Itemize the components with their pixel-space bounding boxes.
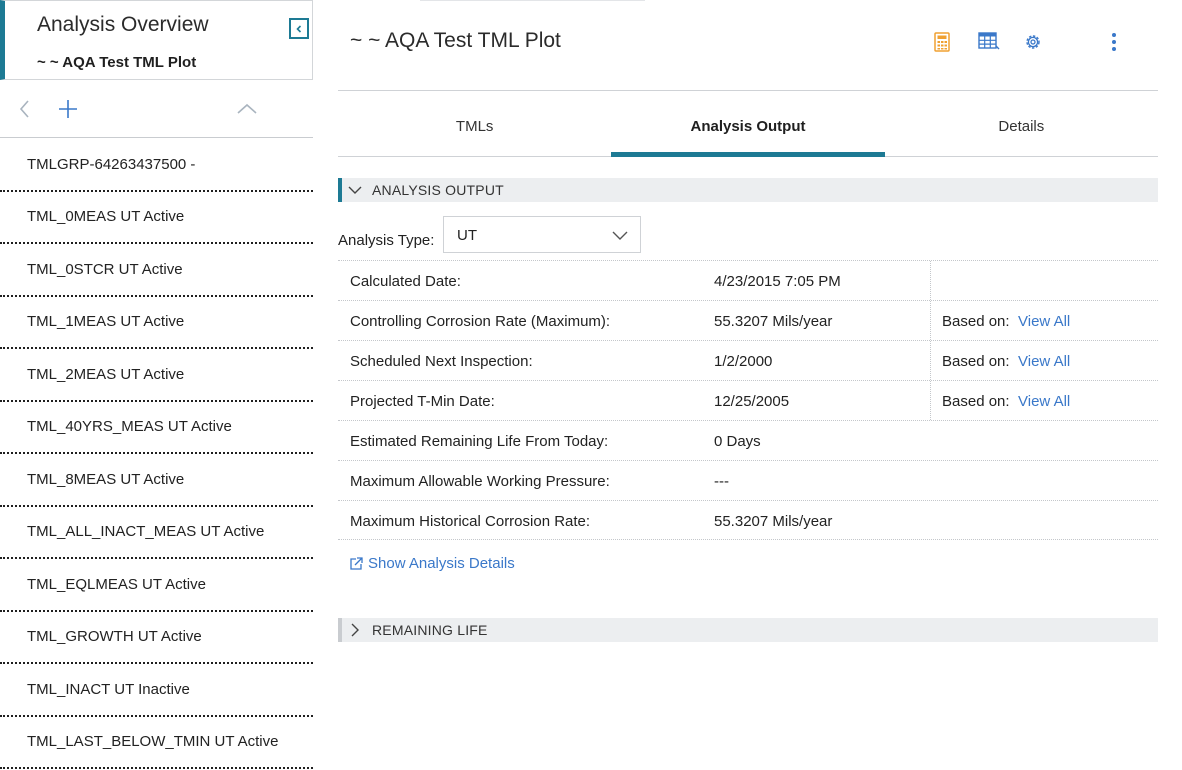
sidebar: Analysis Overview ~ ~ AQA Test TML Plot …: [0, 0, 313, 770]
section-label: ANALYSIS OUTPUT: [372, 182, 504, 198]
sidebar-subtitle: ~ ~ AQA Test TML Plot: [37, 54, 197, 71]
based-on-label: Based on:: [942, 353, 1010, 370]
row-label: Maximum Allowable Working Pressure:: [350, 473, 610, 490]
list-item[interactable]: TML_ALL_INACT_MEAS UT Active: [0, 507, 313, 559]
list-item[interactable]: TML_INACT UT Inactive: [0, 664, 313, 717]
plus-icon[interactable]: [57, 96, 79, 122]
analysis-output-table: Calculated Date: 4/23/2015 7:05 PM Contr…: [338, 260, 1158, 540]
collapse-sidebar-button[interactable]: [289, 18, 309, 39]
row-value: 55.3207 Mils/year: [714, 513, 833, 530]
analysis-type-label: Analysis Type:: [338, 232, 435, 249]
chevron-up-icon[interactable]: [235, 96, 259, 122]
sidebar-header: Analysis Overview ~ ~ AQA Test TML Plot: [0, 0, 313, 80]
row-value: 12/25/2005: [714, 393, 790, 410]
row-label: Controlling Corrosion Rate (Maximum):: [350, 313, 611, 330]
based-on-label: Based on:: [942, 393, 1010, 410]
row-value: 1/2/2000: [714, 353, 773, 370]
column-divider: [930, 261, 931, 300]
row-label: Estimated Remaining Life From Today:: [350, 433, 609, 450]
table-row: Scheduled Next Inspection: 1/2/2000 Base…: [338, 340, 1158, 380]
table-row: Controlling Corrosion Rate (Maximum): 55…: [338, 300, 1158, 340]
tml-list: TMLGRP-64263437500 - TML_0MEAS UT Active…: [0, 139, 313, 769]
collapse-left-icon: [296, 24, 302, 33]
list-item[interactable]: TML_0STCR UT Active: [0, 244, 313, 297]
row-value: 0 Days: [714, 433, 761, 450]
list-item[interactable]: TML_0MEAS UT Active: [0, 192, 313, 244]
table-row: Maximum Allowable Working Pressure: ---: [338, 460, 1158, 500]
list-item[interactable]: TML_LAST_BELOW_TMIN UT Active: [0, 717, 313, 769]
top-divider: [420, 0, 645, 1]
view-all-link[interactable]: View All: [1018, 393, 1070, 410]
column-divider: [930, 341, 931, 380]
external-link-icon: [350, 556, 363, 570]
table-row: Projected T-Min Date: 12/25/2005 Based o…: [338, 380, 1158, 420]
list-item[interactable]: TML_2MEAS UT Active: [0, 349, 313, 402]
list-item[interactable]: TML_EQLMEAS UT Active: [0, 559, 313, 612]
show-analysis-details-link[interactable]: Show Analysis Details: [348, 555, 515, 572]
list-item[interactable]: TML_40YRS_MEAS UT Active: [0, 402, 313, 454]
sidebar-title: Analysis Overview: [37, 13, 209, 36]
gear-icon[interactable]: [1023, 32, 1043, 52]
chevron-right-icon: [348, 623, 362, 637]
table-icon[interactable]: [978, 32, 1000, 52]
analysis-type-value: UT: [457, 227, 477, 244]
row-label: Calculated Date:: [350, 273, 461, 290]
page-title: ~ ~ AQA Test TML Plot: [350, 29, 561, 52]
analysis-output-section-header[interactable]: ANALYSIS OUTPUT: [338, 178, 1158, 202]
list-item[interactable]: TMLGRP-64263437500 -: [0, 139, 313, 192]
list-item[interactable]: TML_GROWTH UT Active: [0, 612, 313, 664]
list-item[interactable]: TML_1MEAS UT Active: [0, 297, 313, 349]
remaining-life-section-header[interactable]: REMAINING LIFE: [338, 618, 1158, 642]
chevron-down-icon: [348, 185, 362, 195]
row-label: Scheduled Next Inspection:: [350, 353, 533, 370]
table-row: Calculated Date: 4/23/2015 7:05 PM: [338, 260, 1158, 300]
based-on-label: Based on:: [942, 313, 1010, 330]
more-vertical-icon[interactable]: [1110, 32, 1118, 52]
table-row: Maximum Historical Corrosion Rate: 55.32…: [338, 500, 1158, 540]
row-value: 55.3207 Mils/year: [714, 313, 833, 330]
table-row: Estimated Remaining Life From Today: 0 D…: [338, 420, 1158, 460]
column-divider: [930, 381, 931, 420]
show-analysis-details-label: Show Analysis Details: [368, 555, 515, 572]
row-value: 4/23/2015 7:05 PM: [714, 273, 841, 290]
row-value: ---: [714, 473, 729, 490]
calculator-icon[interactable]: [934, 32, 950, 52]
row-label: Projected T-Min Date:: [350, 393, 495, 410]
tab-analysis-output[interactable]: Analysis Output: [611, 100, 885, 157]
view-all-link[interactable]: View All: [1018, 353, 1070, 370]
sidebar-toolbar: [0, 88, 313, 138]
tab-tmls[interactable]: TMLs: [338, 100, 611, 156]
view-all-link[interactable]: View All: [1018, 313, 1070, 330]
list-item[interactable]: TML_8MEAS UT Active: [0, 454, 313, 507]
section-label: REMAINING LIFE: [372, 622, 488, 638]
chevron-left-icon[interactable]: [14, 96, 36, 122]
column-divider: [930, 301, 931, 340]
tab-details[interactable]: Details: [885, 100, 1158, 156]
analysis-type-select[interactable]: UT: [443, 216, 641, 253]
row-label: Maximum Historical Corrosion Rate:: [350, 513, 591, 530]
header-divider: [338, 90, 1158, 91]
tab-bar: TMLs Analysis Output Details: [338, 100, 1158, 157]
chevron-down-icon: [612, 231, 628, 240]
